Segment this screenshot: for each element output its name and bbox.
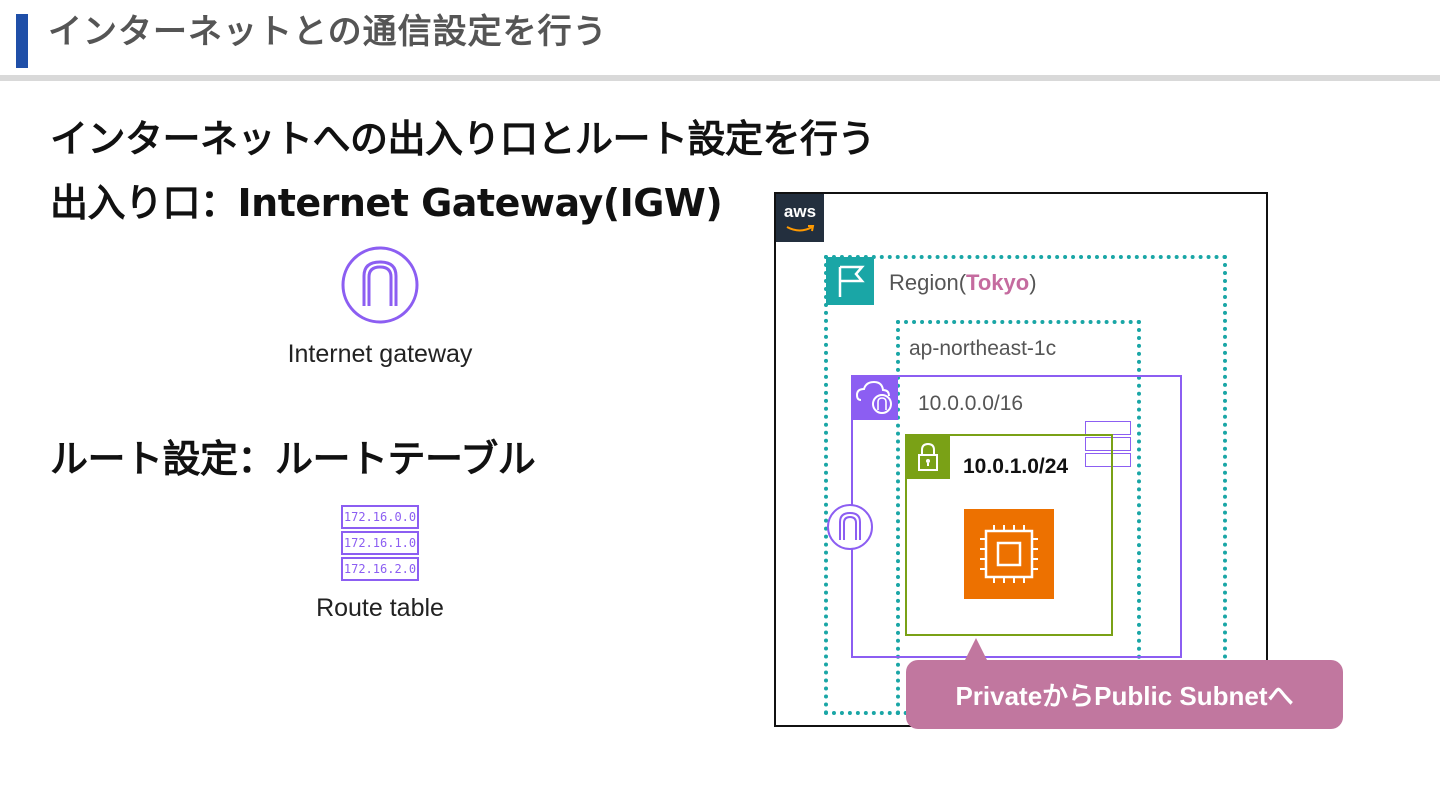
- header-accent-bar: [16, 14, 28, 68]
- route-entry: 172.16.1.0: [341, 531, 419, 555]
- slide-title: インターネットとの通信設定を行う: [48, 12, 608, 52]
- header-divider: [0, 75, 1440, 81]
- region-name: Tokyo: [966, 270, 1030, 295]
- vpc-cloud-icon: [852, 376, 898, 420]
- vpc-cidr-label: 10.0.0.0/16: [918, 392, 1024, 415]
- heading-main: インターネットへの出入り口とルート設定を行う: [50, 117, 876, 161]
- callout-private-to-public: PrivateからPublic Subnetへ: [906, 660, 1343, 729]
- route-entry: 172.16.0.0: [341, 505, 419, 529]
- availability-zone-label: ap-northeast-1c: [909, 337, 1057, 360]
- region-label-suffix: ): [1029, 270, 1037, 295]
- aws-logo: aws: [776, 194, 824, 242]
- region-label: Region(Tokyo): [889, 270, 1037, 296]
- ec2-instance-icon: [964, 509, 1054, 599]
- route-table-icon: 172.16.0.0 172.16.1.0 172.16.2.0: [341, 505, 419, 581]
- route-table-caption: Route table: [316, 594, 444, 622]
- callout-text: PrivateからPublic Subnetへ: [955, 681, 1294, 711]
- region-flag-icon: [826, 257, 874, 305]
- heading-gateway: 出入り口：Internet Gateway(IGW): [50, 181, 723, 225]
- slide-header: インターネットとの通信設定を行う: [0, 0, 1440, 82]
- heading-route: ルート設定：ルートテーブル: [50, 437, 536, 481]
- aws-smile-icon: [786, 225, 815, 232]
- callout-pointer: [964, 638, 988, 662]
- diagram-internet-gateway-icon: [827, 504, 873, 550]
- igw-caption: Internet gateway: [287, 340, 473, 368]
- aws-logo-text: aws: [783, 202, 817, 221]
- route-entry: 172.16.2.0: [341, 557, 419, 581]
- region-label-prefix: Region(: [889, 270, 967, 295]
- subnet-cidr-label: 10.0.1.0/24: [963, 455, 1069, 478]
- internet-gateway-icon: [341, 246, 419, 324]
- subnet-lock-icon: [906, 435, 950, 479]
